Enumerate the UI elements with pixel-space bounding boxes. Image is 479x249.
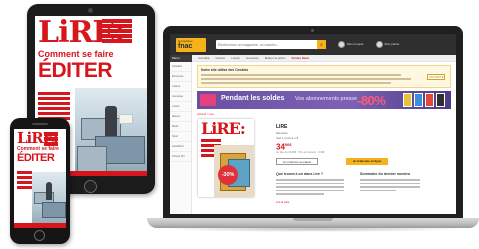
cover-illustration [32, 172, 66, 228]
cart-icon [375, 41, 383, 48]
sidebar-item[interactable]: Sport [170, 132, 191, 142]
section-body-summary [360, 179, 420, 193]
sidebar-item[interactable]: Auto/Moto [170, 142, 191, 152]
account-link[interactable]: Mon compte [338, 41, 364, 48]
laptop-screen-website: la boutique fnac ⌕ Mon compte Mon panier… [170, 34, 456, 214]
cover-side-notes [44, 132, 64, 147]
sidebar-item[interactable]: Culture [170, 82, 191, 92]
sidebar-item[interactable]: Économie [170, 72, 191, 82]
sidebar-item[interactable]: Maison [170, 112, 191, 122]
product-frequency: Mensuel [276, 131, 288, 135]
nav-item[interactable]: Maison & jardin [265, 56, 286, 60]
accept-cookies-button[interactable]: J'ACCEPTE [427, 74, 445, 80]
tablet-camera [88, 8, 93, 13]
magazine-logo: LiRE: [201, 119, 246, 138]
section-heading-content: Que trouve-t-on dans Lire ? [276, 172, 324, 176]
sidebar-item[interactable]: Mode [170, 122, 191, 132]
sidebar-item[interactable]: Jeunesse [170, 92, 191, 102]
search-icon: ⌕ [320, 41, 323, 48]
sidebar-item[interactable]: Actualité [170, 62, 191, 72]
cover-bullet [38, 107, 79, 110]
promo-text-primary: Pendant les soldes [221, 95, 285, 102]
user-icon [338, 41, 345, 48]
subscribe-paper-button[interactable]: Je m'abonne au papier [276, 158, 318, 165]
cart-label: Mon panier [384, 42, 400, 46]
nav-item-flash[interactable]: Ventes flash [291, 56, 309, 60]
logo-wordmark: fnac [178, 42, 193, 50]
cover-bullet [38, 112, 79, 115]
site-header: la boutique fnac ⌕ Mon compte Mon panier [170, 34, 456, 55]
magazine-cover[interactable]: LiRE: Comment se faire ÉDITER [14, 129, 66, 228]
promo-magazine-thumb [403, 93, 412, 107]
sidebar-item[interactable]: Loisirs [170, 102, 191, 112]
cover-headline: ÉDITER [38, 59, 113, 82]
search-button[interactable]: ⌕ [317, 40, 326, 49]
cover-side-notes [102, 19, 145, 44]
cover-footer-band [14, 223, 66, 228]
read-more-link[interactable]: Lire la suite [276, 201, 289, 204]
menu-button[interactable]: Menu [170, 54, 192, 62]
cover-illustration [75, 88, 147, 176]
fnac-logo[interactable]: la boutique fnac [176, 37, 206, 52]
nav-item[interactable]: Culture [216, 56, 226, 60]
product-title: LIRE [276, 124, 288, 130]
promo-magazine-thumb [436, 93, 445, 107]
main-nav: Menu Actualité Culture Loisirs Jeunesse … [170, 54, 456, 62]
phone-speaker [32, 123, 48, 125]
cookie-notice-title: Notre site utilise des Cookies [201, 68, 249, 72]
section-body-content [276, 179, 344, 197]
sidebar-item[interactable]: Presse Pro [170, 152, 191, 162]
category-sidebar: Actualité Économie Culture Jeunesse Lois… [170, 62, 192, 214]
nav-item[interactable]: Jeunesse [246, 56, 259, 60]
search-input[interactable] [216, 40, 317, 49]
promo-magazine-thumb [425, 93, 434, 107]
search-bar: ⌕ [216, 40, 326, 49]
nav-item[interactable]: Actualité [198, 56, 210, 60]
breadcrumb[interactable]: Accueil > Lire [197, 112, 214, 116]
phone-device: LiRE: Comment se faire ÉDITER [10, 118, 70, 244]
laptop-webcam [311, 29, 314, 32]
promo-discount: -80% [357, 93, 386, 108]
promo-badge [200, 94, 216, 106]
product-cover-image[interactable]: LiRE: -30% [198, 119, 254, 197]
promo-banner[interactable]: Pendant les soldes Vos abonnements press… [197, 91, 451, 109]
nav-item[interactable]: Loisirs [231, 56, 240, 60]
phone-screen: LiRE: Comment se faire ÉDITER [14, 129, 66, 228]
promo-magazine-thumb [414, 93, 423, 107]
price-cents: 90€ [284, 142, 292, 147]
section-heading-summary: Sommaire du dernier numéro [360, 172, 411, 176]
phone-home-button[interactable] [34, 230, 45, 241]
cover-bullet [38, 92, 79, 95]
account-label: Mon compte [347, 42, 364, 46]
promo-text-secondary: Vos abonnements presse [295, 96, 358, 102]
cookie-notice: Notre site utilise des Cookies J'ACCEPTE [197, 65, 451, 88]
discount-badge: -30% [218, 165, 238, 185]
cart-link[interactable]: Mon panier [375, 41, 400, 48]
product-offer: Soit 1 mois à 1 € [276, 136, 299, 140]
tablet-home-button[interactable] [84, 180, 97, 193]
marketing-composite: LiRE: Comment se faire ÉDITER LiRE: Comm… [0, 0, 479, 249]
cover-bullet [38, 97, 79, 100]
cover-headline: ÉDITER [17, 152, 55, 164]
price-note: Au lieu de 49,90€ · Prix au numéro : 4,9… [276, 151, 325, 154]
subscribe-button[interactable]: Je m'abonne en ligne [346, 158, 388, 165]
cover-bullet [38, 102, 79, 105]
laptop-base [147, 218, 479, 228]
